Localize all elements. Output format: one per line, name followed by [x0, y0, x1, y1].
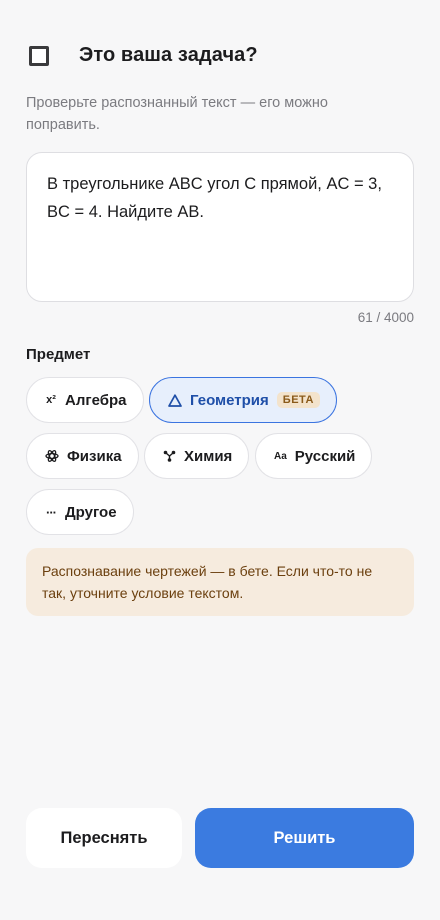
subject-chip-geometry[interactable]: Геометрия БЕТА — [149, 377, 337, 423]
chip-label: Русский — [294, 447, 356, 465]
chip-label: Другое — [65, 503, 117, 521]
atom-icon — [45, 450, 59, 462]
confirm-checkbox[interactable] — [29, 45, 49, 66]
retake-button[interactable]: Переснять — [26, 808, 182, 868]
chip-label: Алгебра — [65, 391, 127, 409]
superscript-x-icon: x² — [46, 394, 56, 406]
subject-chip-other[interactable]: ··· Другое — [26, 489, 134, 535]
chip-label: Геометрия — [190, 391, 269, 409]
letters-icon: Aa — [274, 450, 287, 462]
problem-text-input[interactable]: В треугольнике ABC угол C прямой, AC = 3… — [26, 152, 414, 302]
header: Это ваша задача? — [26, 44, 414, 67]
subject-chip-russian[interactable]: Aa Русский — [255, 433, 373, 479]
beta-badge: БЕТА — [276, 392, 320, 408]
subject-chip-physics[interactable]: Физика — [26, 433, 139, 479]
more-dots-icon: ··· — [46, 504, 57, 520]
page-title: Это ваша задача? — [79, 44, 258, 66]
chip-label: Химия — [184, 447, 233, 465]
subject-chip-chemistry[interactable]: Химия — [144, 433, 250, 479]
chip-label: Физика — [67, 447, 122, 465]
solve-button[interactable]: Решить — [195, 808, 414, 868]
beta-notice: Распознавание чертежей — в бете. Если чт… — [26, 548, 414, 616]
subject-label: Предмет — [26, 346, 91, 363]
subject-chip-algebra[interactable]: x² Алгебра — [26, 377, 144, 423]
molecule-icon — [163, 450, 176, 462]
character-counter: 61 / 4000 — [357, 310, 414, 325]
triangle-icon — [168, 393, 182, 407]
page-subtitle: Проверьте распознанный текст — его можно… — [26, 95, 328, 133]
